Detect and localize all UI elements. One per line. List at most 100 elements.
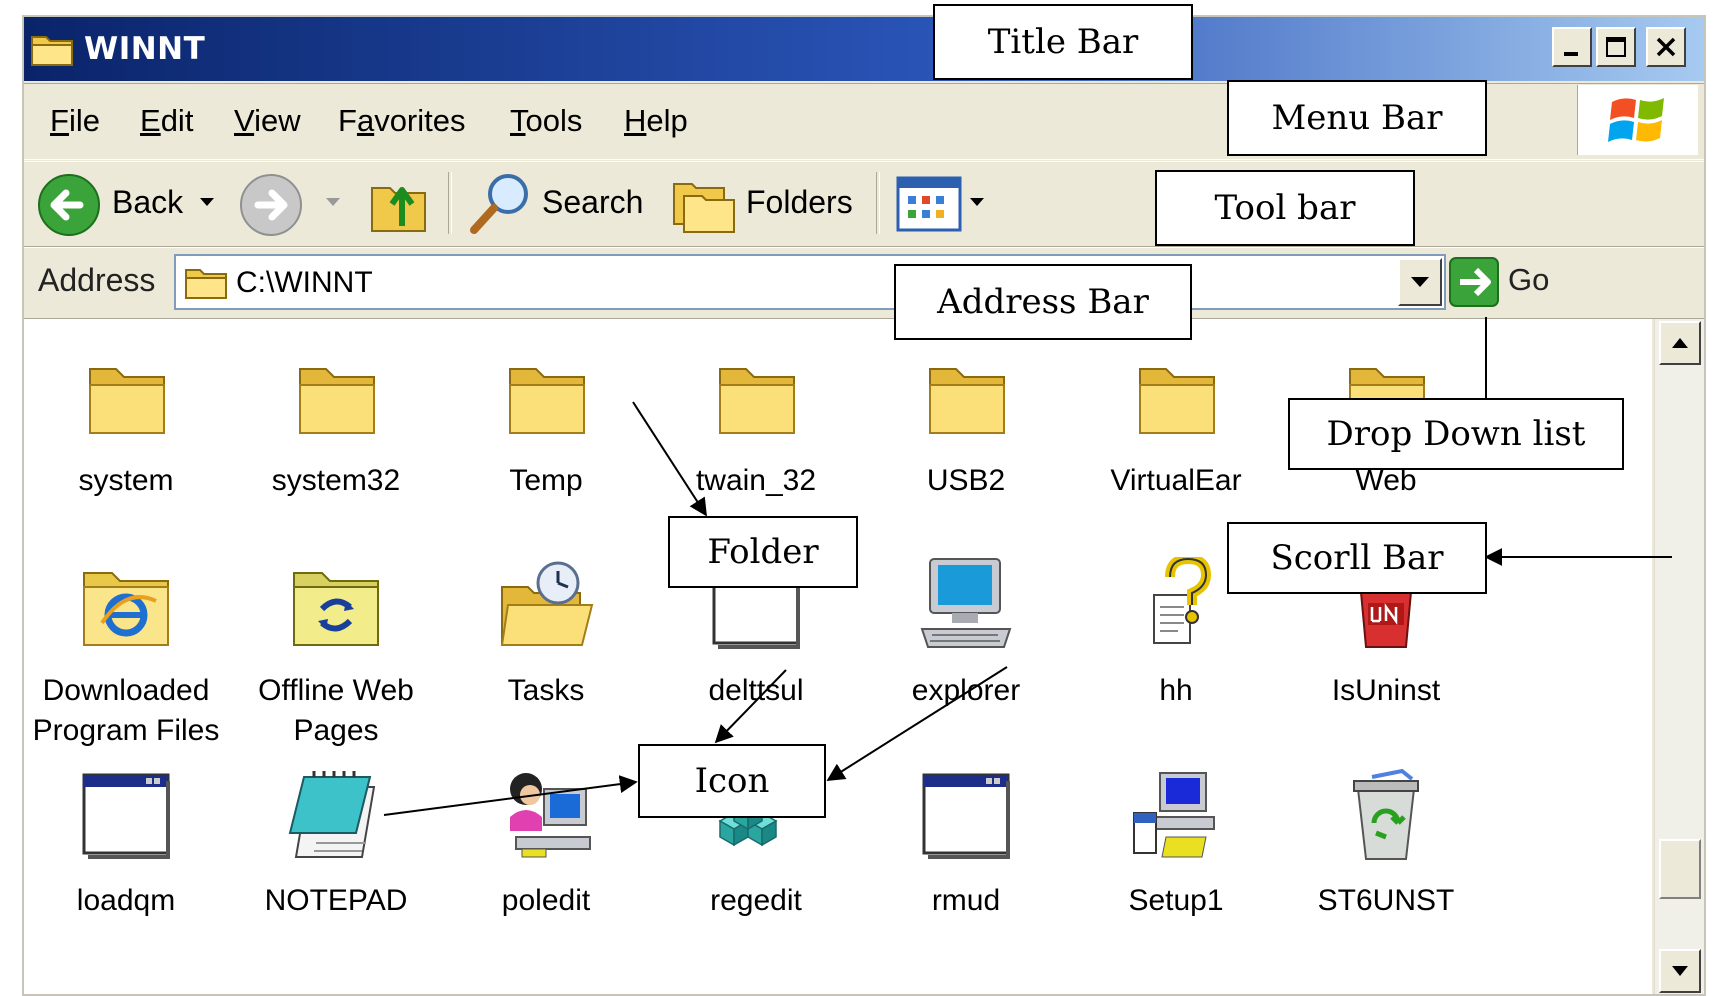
chevron-down-icon[interactable] [324, 196, 342, 210]
menu-mnemonic: T [510, 103, 526, 138]
menu-mnemonic: a [356, 103, 375, 138]
notepad-icon [288, 771, 376, 858]
poledit-icon [510, 773, 591, 858]
file-label: IsUninst [1331, 674, 1441, 707]
menu-rest: F [338, 103, 357, 138]
scroll-down-button[interactable] [1659, 949, 1701, 993]
file-label: NOTEPAD [264, 884, 408, 917]
setup-icon [1133, 772, 1215, 858]
file-label: Downloaded Program Files [32, 674, 220, 747]
folders-icon[interactable] [670, 172, 740, 236]
callout-scroll-bar: Scorll Bar [1227, 522, 1487, 594]
file-label: system [78, 464, 174, 497]
file-label: VirtualEar [1110, 464, 1242, 497]
scroll-up-button[interactable] [1659, 321, 1701, 365]
toolbar-separator [448, 172, 452, 234]
folder-icon [929, 368, 1005, 434]
folder-icon [299, 368, 375, 434]
minimize-icon [1564, 52, 1578, 56]
go-button[interactable]: Go [1448, 254, 1578, 310]
menu-file[interactable]: File [50, 103, 100, 139]
up-folder-icon[interactable] [368, 170, 432, 236]
close-button[interactable] [1646, 27, 1686, 67]
folders-button-label[interactable]: Folders [746, 184, 853, 221]
menu-tools[interactable]: Tools [510, 103, 582, 139]
explorer-window: WINNT File Edit View Favorites Tools Hel… [22, 15, 1706, 996]
file-label: Offline Web Pages [258, 674, 414, 747]
menu-mnemonic: H [624, 103, 647, 138]
chevron-up-icon [1672, 338, 1688, 348]
file-label: Tasks [507, 674, 585, 707]
menu-mnemonic: E [140, 103, 161, 138]
file-label: rmud [931, 884, 1001, 917]
sync-folder-icon [293, 572, 379, 646]
chevron-down-icon[interactable] [198, 196, 216, 210]
menu-help[interactable]: Help [624, 103, 688, 139]
toolbar: Back Search Folders [24, 161, 1704, 247]
callout-title-bar: Title Bar [933, 4, 1193, 80]
file-label: USB2 [926, 464, 1006, 497]
file-label: loadqm [76, 884, 176, 917]
help-icon [1153, 557, 1212, 644]
window-title: WINNT [84, 31, 206, 67]
recycle-bin-icon [1353, 768, 1419, 860]
chevron-down-icon[interactable] [968, 196, 986, 210]
file-label: explorer [911, 674, 1021, 707]
title-bar[interactable]: WINNT [24, 17, 1704, 81]
folder-icon [1139, 368, 1215, 434]
file-label: poledit [501, 884, 591, 917]
menu-rest: vorites [374, 103, 466, 138]
application-icon [82, 773, 170, 859]
callout-menu-bar: Menu Bar [1227, 80, 1487, 156]
search-button-label[interactable]: Search [542, 184, 643, 221]
menu-view[interactable]: View [234, 103, 301, 139]
back-arrow-icon[interactable] [36, 172, 102, 238]
folder-icon [509, 368, 585, 434]
callout-drop-down-list: Drop Down list [1288, 398, 1624, 470]
file-label: system32 [271, 464, 401, 497]
maximize-button[interactable] [1596, 27, 1636, 67]
scroll-thumb[interactable] [1659, 839, 1701, 899]
address-label: Address [38, 262, 156, 298]
folder-icon [31, 36, 73, 66]
menu-rest: ools [525, 103, 583, 138]
menu-rest: ile [68, 103, 100, 138]
file-label: twain_32 [695, 464, 817, 497]
toolbar-separator [876, 172, 880, 234]
chevron-down-icon [1672, 966, 1688, 976]
go-label: Go [1508, 262, 1550, 297]
computer-icon [920, 558, 1012, 648]
back-button-label[interactable]: Back [112, 184, 183, 221]
search-icon[interactable] [466, 170, 536, 238]
menu-edit[interactable]: Edit [140, 103, 193, 139]
windows-logo [1577, 85, 1698, 155]
file-label: Temp [509, 464, 583, 497]
callout-tool-bar: Tool bar [1155, 170, 1415, 246]
menu-rest: elp [646, 103, 688, 138]
close-icon [1656, 37, 1676, 57]
folder-icon [89, 368, 165, 434]
vertical-scrollbar[interactable] [1654, 319, 1704, 994]
windows-flag-icon [1608, 98, 1664, 142]
file-label: ST6UNST [1317, 884, 1455, 917]
menu-favorites[interactable]: Favorites [338, 103, 466, 139]
address-input[interactable]: C:\WINNT [174, 254, 1446, 310]
maximize-icon [1606, 37, 1626, 57]
folder-icon [719, 368, 795, 434]
callout-icon: Icon [638, 744, 826, 818]
views-icon[interactable] [896, 176, 962, 232]
application-icon [922, 773, 1010, 859]
callout-address-bar: Address Bar [894, 264, 1192, 340]
address-bar: Address C:\WINNT Go [24, 247, 1704, 319]
minimize-button[interactable] [1552, 27, 1592, 67]
file-label: Setup1 [1128, 884, 1224, 917]
file-label: hh [1159, 674, 1193, 707]
address-value: C:\WINNT [236, 266, 373, 299]
address-dropdown-button[interactable] [1398, 258, 1442, 306]
forward-arrow-icon[interactable] [238, 172, 304, 238]
go-arrow-icon [1449, 257, 1499, 307]
menu-mnemonic: F [50, 103, 69, 138]
file-label: delttsul [708, 674, 804, 707]
chevron-down-icon [1411, 277, 1429, 287]
file-label: regedit [710, 884, 802, 917]
